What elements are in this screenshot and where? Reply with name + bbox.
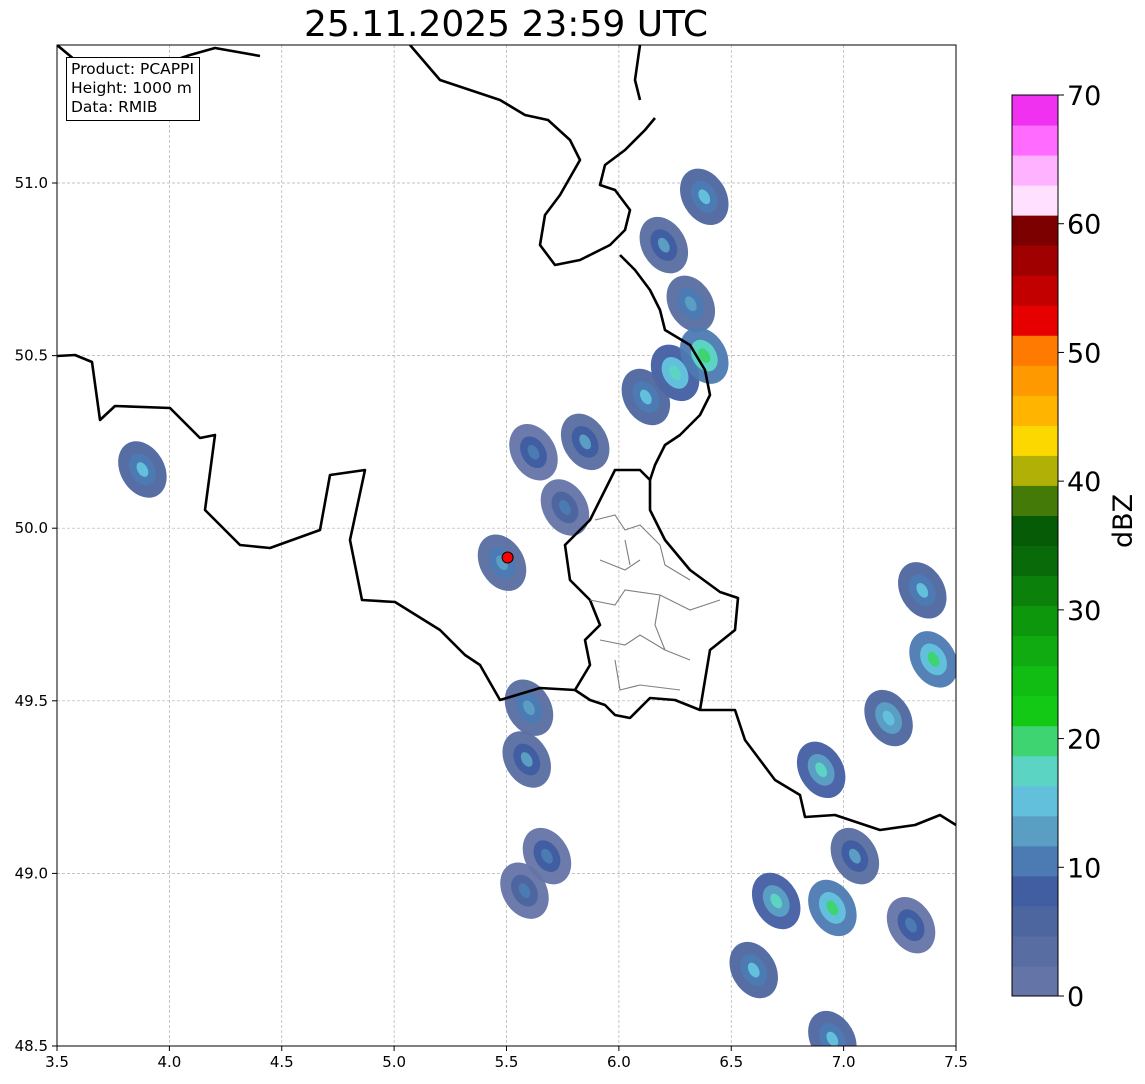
colorbar-label: dBZ [1108,493,1139,548]
colorbar: 0 10 20 30 40 50 60 70 [1011,81,1101,1013]
colorbar-tick-label: 20 [1067,725,1101,756]
colorbar-swatch [1012,815,1058,847]
x-tick-label: 6.0 [607,1053,631,1071]
colorbar-swatch [1012,515,1058,546]
colorbar-swatch [1012,605,1058,637]
colorbar-swatch [1012,665,1058,697]
colorbar-swatch [1012,185,1058,216]
colorbar-swatch [1012,155,1058,186]
colorbar-swatch [1012,575,1058,607]
x-tick-label: 5.0 [382,1053,406,1071]
border-luxembourg [563,468,740,711]
colorbar-tick-label: 0 [1067,982,1084,1013]
colorbar-swatch [1012,695,1058,727]
colorbar-swatch [1012,335,1058,366]
y-tick-label: 50.0 [15,519,48,537]
district-outlines [589,514,721,691]
radar-echoes [118,168,956,1046]
colorbar-tick-label: 70 [1067,81,1101,112]
colorbar-swatch [1012,875,1058,907]
colorbar-tick-label: 50 [1067,338,1101,369]
colorbar-swatch [1012,275,1058,306]
colorbar-swatch [1012,365,1058,396]
colorbar-tick-label: 40 [1067,467,1101,498]
colorbar-swatch [1012,485,1058,516]
colorbar-swatch [1012,395,1058,426]
colorbar-swatch [1012,785,1058,817]
radar-site-marker [501,551,514,564]
x-tick-label: 6.5 [719,1053,743,1071]
colorbar-swatch [1012,845,1058,877]
x-tick-label: 4.0 [157,1053,181,1071]
border-north-east [633,45,642,101]
colorbar-swatch [1012,305,1058,336]
colorbar-swatch [1012,425,1058,456]
colorbar-swatch [1012,215,1058,246]
x-tick-label: 3.5 [45,1053,69,1071]
y-tick-label: 49.0 [15,864,48,882]
x-tick-label: 7.5 [944,1053,968,1071]
colorbar-swatch [1012,95,1058,126]
colorbar-swatch [1012,125,1058,156]
product-info-box: Product: PCAPPI Height: 1000 m Data: RMI… [66,57,201,121]
height-label: Height: 1000 m [71,79,192,97]
y-tick-label: 49.5 [15,692,48,710]
y-tick-label: 51.0 [15,174,48,192]
x-tick-label: 5.5 [495,1053,519,1071]
colorbar-swatch [1012,455,1058,486]
colorbar-swatch [1012,725,1058,757]
colorbar-swatch [1012,905,1058,937]
colorbar-swatch [1012,755,1058,787]
colorbar-swatch [1012,245,1058,276]
colorbar-swatch [1012,965,1058,997]
colorbar-swatch [1012,935,1058,967]
x-tick-label: 4.5 [270,1053,294,1071]
colorbar-swatch [1012,545,1058,577]
data-source-label: Data: RMIB [71,98,158,116]
y-tick-label: 48.5 [15,1037,48,1055]
y-tick-label: 50.5 [15,347,48,365]
border-netherlands [409,45,656,267]
colorbar-swatch [1012,635,1058,667]
colorbar-tick-label: 30 [1067,596,1101,627]
luxembourg-districts [589,514,721,691]
x-tick-label: 7.0 [832,1053,856,1071]
product-label: Product: PCAPPI [71,60,195,78]
colorbar-tick-label: 60 [1067,210,1101,241]
radar-map-figure: 25.11.2025 23:59 UTC 3.5 4.0 4.5 5.0 5.5 6.0 6… [0,0,1145,1084]
radar-map-canvas: 3.5 4.0 4.5 5.0 5.5 6.0 6.5 7.0 7.5 48.5 49.0 49.5 5… [15,44,1101,1071]
colorbar-tick-label: 10 [1067,853,1101,884]
